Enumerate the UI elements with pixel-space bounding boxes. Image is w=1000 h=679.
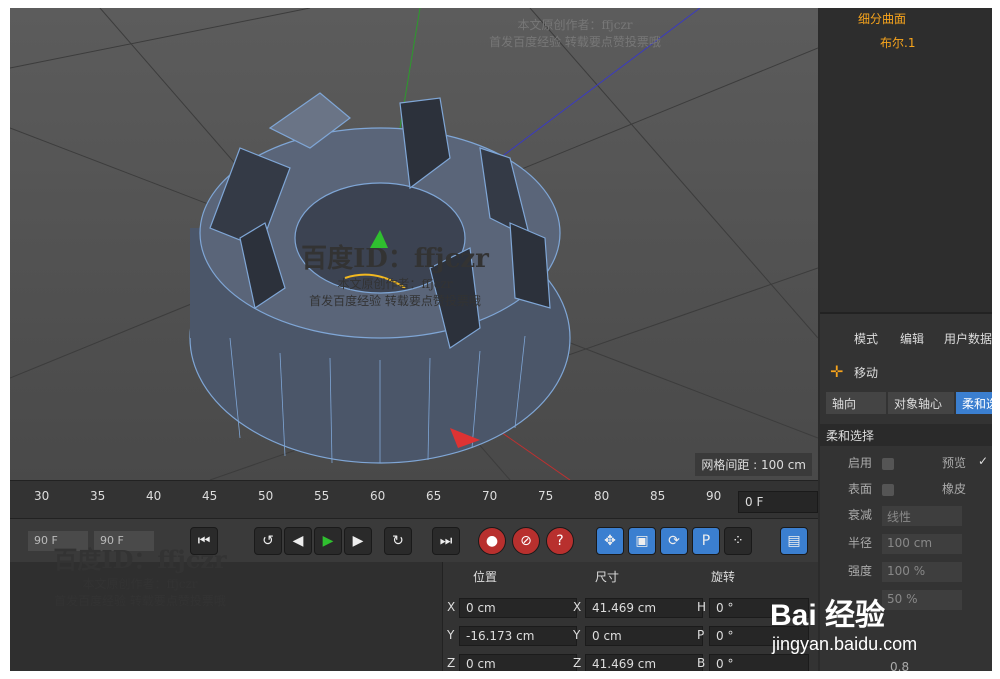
size-header: 尺寸 [595,570,620,584]
current-frame-field[interactable]: 0 F [738,491,818,513]
menu-userdata[interactable]: 用户数据 [944,330,992,347]
timeline-tick: 65 [426,489,442,503]
menu-mode[interactable]: 模式 [854,330,878,347]
coord-label: Z [573,656,582,670]
coord-label: B [697,656,706,670]
prev-frame-icon[interactable]: ◀ [284,527,312,555]
move-key-icon[interactable]: ✥ [596,527,624,555]
baidu-jingyan-logo: Bai 经验 [770,599,886,632]
timeline-tick: 45 [202,489,218,503]
key-help-icon[interactable]: ? [546,527,574,555]
move-tool-icon: ✛ [830,362,844,381]
timeline-tick: 30 [34,489,50,503]
width-field[interactable]: 50 % [882,590,962,610]
coord-field[interactable]: 41.469 cm [585,654,703,671]
timeline-tick: 50 [258,489,274,503]
coord-field[interactable]: 0 ° [709,654,809,671]
rotate-key-icon[interactable]: ⟳ [660,527,688,555]
position-header: 位置 [473,570,498,584]
radius-field[interactable]: 100 cm [882,534,962,554]
timeline-tick: 40 [146,489,162,503]
menu-edit[interactable]: 编辑 [900,330,924,347]
enable-checkbox[interactable] [882,458,894,470]
falloff-row: 衰减 线性 [820,506,992,528]
coord-label: X [447,600,456,614]
rotation-header: 旋转 [711,570,736,584]
param-key-icon[interactable]: P [692,527,720,555]
tab-object-axis[interactable]: 对象轴心 [888,392,954,414]
coord-label: P [697,628,705,642]
coord-field[interactable]: 0 cm [459,654,577,671]
coord-field[interactable]: 41.469 cm [585,598,703,618]
watermark-id: 百度ID：ffjczr [301,244,489,274]
coord-label: X [573,600,582,614]
coord-field[interactable]: 0 cm [459,598,577,618]
timeline-tick: 55 [314,489,330,503]
graph-value: 0.8 [890,660,910,671]
coord-row: X0 cm X 41.469 cm H 0 ° [443,596,819,620]
object-boolean[interactable]: 布尔.1 [880,34,915,51]
graph-value-row: 0.8 [820,660,992,671]
preview-check-icon[interactable]: ✓ [978,454,988,468]
scale-key-icon[interactable]: ▣ [628,527,656,555]
timeline-tick: 35 [90,489,106,503]
enable-row: 启用 预览 ✓ [848,454,989,470]
next-key-icon[interactable]: ↻ [384,527,412,555]
auto-key-icon[interactable]: ⊘ [512,527,540,555]
timeline-tick: 70 [482,489,498,503]
timeline-tick: 90 [706,489,722,503]
object-subdivision[interactable]: 细分曲面 [858,10,906,27]
play-icon[interactable]: ▶ [314,527,342,555]
grid-spacing-label: 网格间距 : 100 cm [695,453,812,476]
baidu-jingyan-url: jingyan.baidu.com [772,634,918,654]
coord-field[interactable]: 0 cm [585,626,703,646]
record-key-icon[interactable]: ● [478,527,506,555]
tab-axis[interactable]: 轴向 [826,392,886,414]
tab-soft-selection[interactable]: 柔和选择 [956,392,992,414]
strength-field[interactable]: 100 % [882,562,962,582]
coord-label: Y [447,628,455,642]
coord-row: Y -16.173 cm Y 0 cm P 0 ° [443,624,819,648]
right-panel: 细分曲面 布尔.1 模式 编辑 用户数据 ✛ 移动 轴向 对象轴心 柔和选择 柔… [820,8,992,671]
watermark-top: 本文原创作者：ffjczr 首发百度经验 转载要点赞投票哦 [440,16,710,50]
film-icon[interactable]: ▤ [780,527,808,555]
next-frame-icon[interactable]: ▶ [344,527,372,555]
tool-name: 移动 [854,366,879,380]
coord-field[interactable]: -16.173 cm [459,626,577,646]
point-key-icon[interactable]: ⁘ [724,527,752,555]
radius-row: 半径 100 cm [820,534,992,556]
timeline-tick: 75 [538,489,554,503]
timeline-tick: 60 [370,489,386,503]
watermark-author: 本文原创作者：ffjczr [517,18,633,32]
falloff-select[interactable]: 线性 [882,506,962,526]
watermark-center: 百度ID：ffjczr 本文原创作者：ffjczr 首发百度经验 转载要点赞投票… [250,238,540,309]
timeline-tick: 85 [650,489,666,503]
surface-checkbox[interactable] [882,484,894,496]
coordinates-panel: 位置 尺寸 旋转 X0 cm X 41.469 cm H 0 ° Y -16.173 cm Y… [442,562,818,671]
coord-row: Z0 cm Z 41.469 cm B 0 ° [443,652,819,671]
timeline-tick: 80 [594,489,610,503]
object-manager: 细分曲面 布尔.1 [820,8,992,314]
section-title: 柔和选择 [820,424,992,446]
coord-label: Z [447,656,456,670]
watermark-bottom-left: 百度ID：ffjczr 本文原创作者：ffjczr 首发百度经验 转载要点赞投票… [53,545,227,608]
coord-label: H [697,600,707,614]
watermark-note: 首发百度经验 转载要点赞投票哦 [489,35,661,49]
strength-row: 强度 100 % [820,562,992,584]
go-to-end-icon[interactable]: ⏭ [432,527,460,555]
timeline-ruler[interactable]: 30 35 40 45 50 55 60 65 70 75 80 85 90 0 F [10,480,818,518]
coord-label: Y [573,628,581,642]
surface-row: 表面 橡皮 [848,482,967,496]
